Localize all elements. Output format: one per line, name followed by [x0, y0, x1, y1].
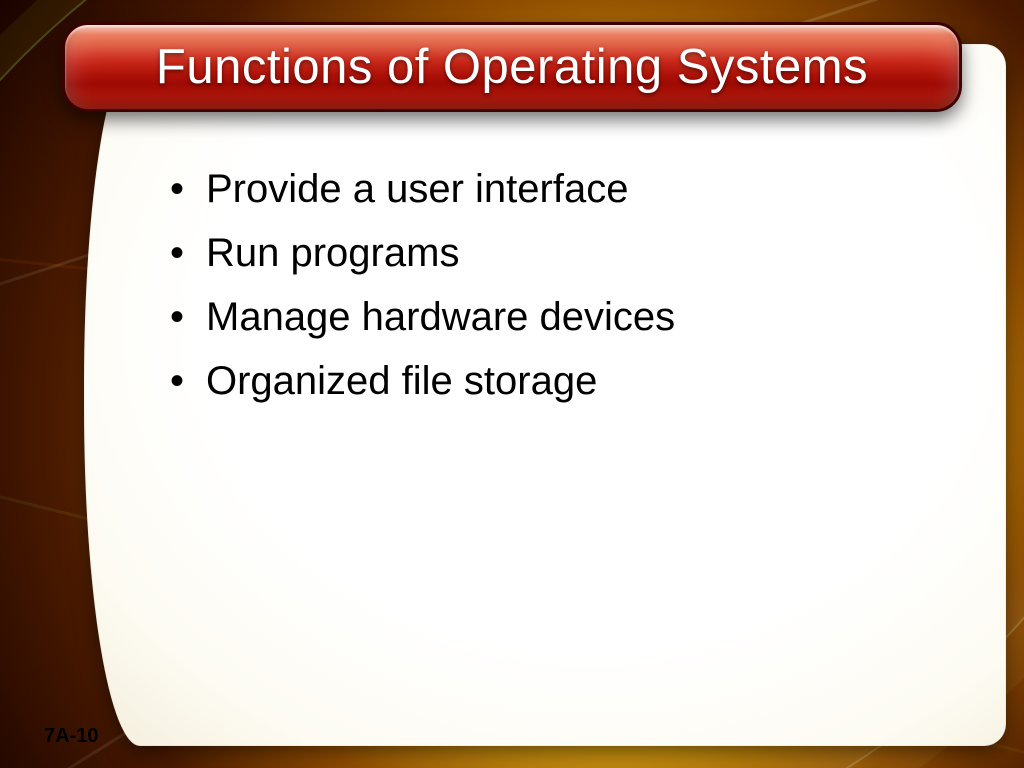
- slide-number: 7A-10: [44, 725, 98, 748]
- list-item: Organized file storage: [170, 352, 964, 410]
- list-item: Run programs: [170, 224, 964, 282]
- list-item: Manage hardware devices: [170, 288, 964, 346]
- bullet-list: Provide a user interface Run programs Ma…: [170, 160, 964, 416]
- list-item: Provide a user interface: [170, 160, 964, 218]
- slide-title-bar: Functions of Operating Systems: [62, 22, 962, 112]
- slide-title: Functions of Operating Systems: [156, 39, 868, 95]
